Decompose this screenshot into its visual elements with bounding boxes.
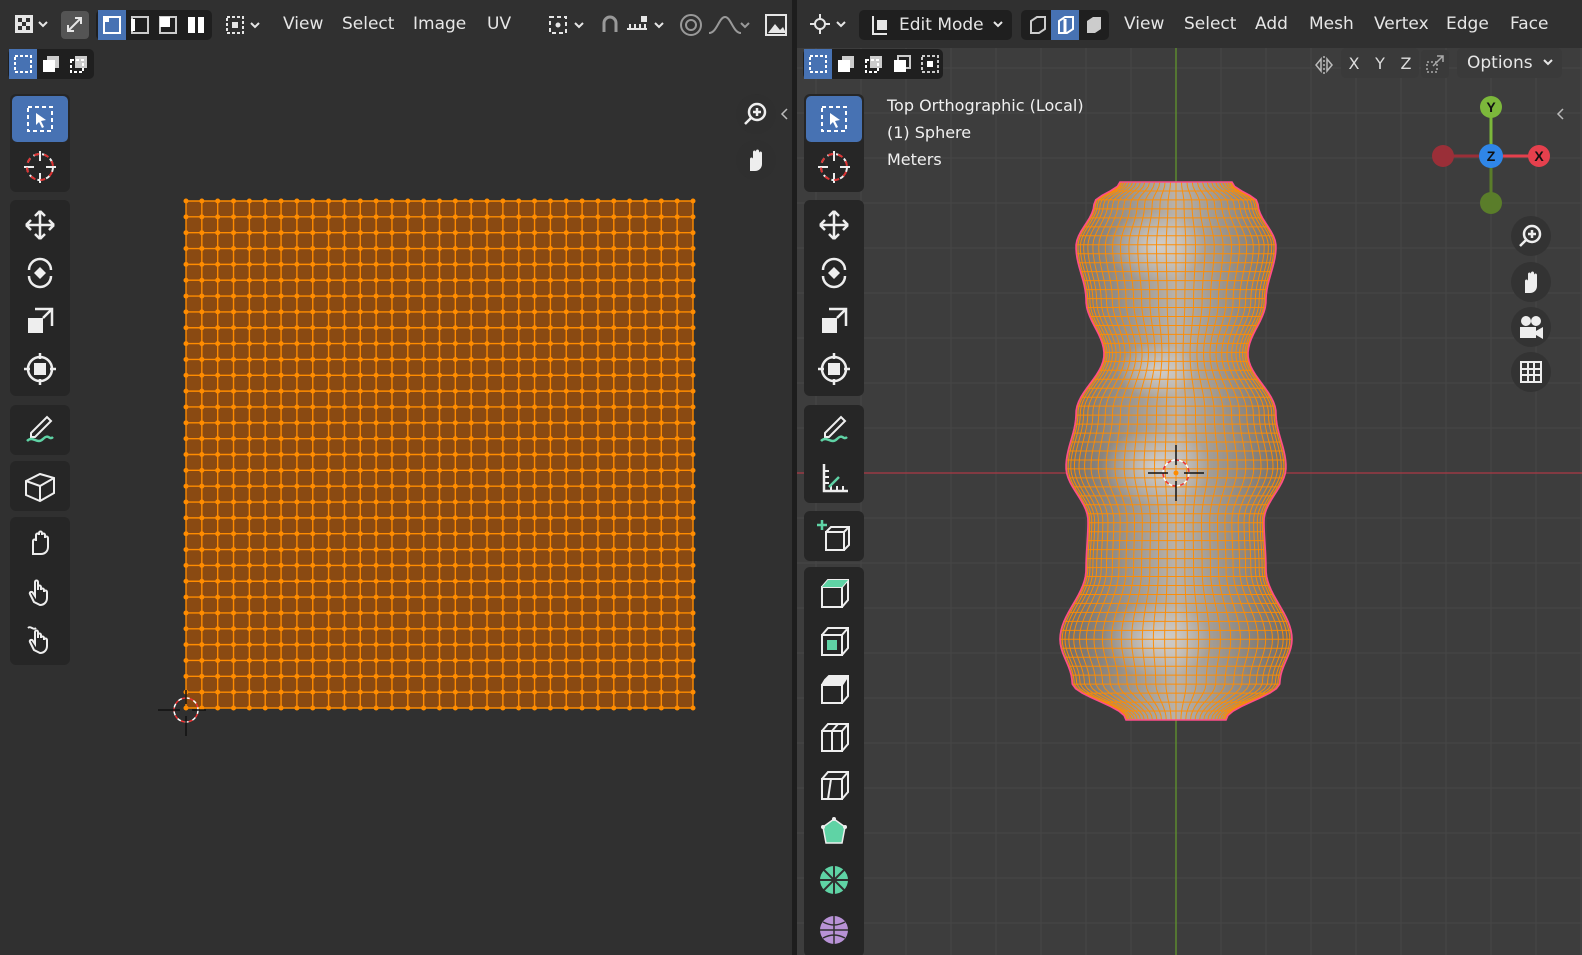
object-origin (1173, 470, 1179, 476)
sphere-mesh[interactable] (797, 0, 1582, 955)
uv-mesh-grid[interactable] (0, 0, 792, 955)
uv-editor-panel: View Select Image UV (0, 0, 792, 955)
3d-viewport-panel: Edit Mode View Select Add Mesh Vertex Ed… (797, 0, 1582, 955)
